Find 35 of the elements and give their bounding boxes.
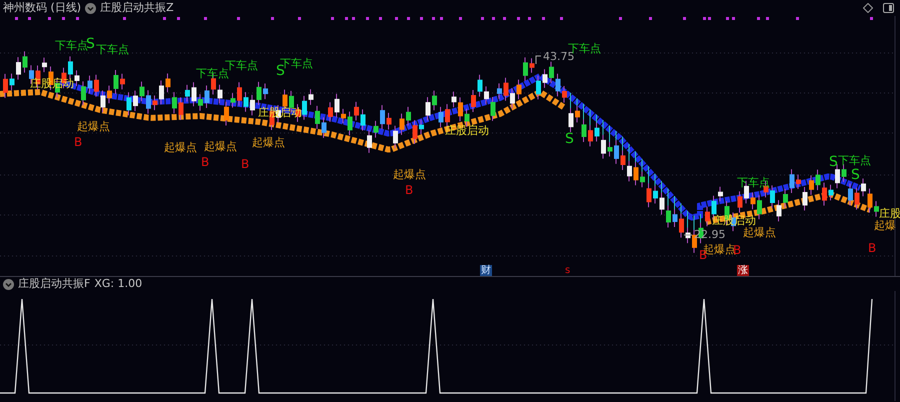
leader-line — [536, 56, 542, 64]
dropdown-icon[interactable] — [3, 278, 14, 290]
diamond-icon[interactable] — [863, 3, 873, 13]
breakout-label: 起爆 — [874, 220, 896, 232]
breakout-label: 起爆点 — [743, 227, 776, 239]
indicator-title: 庄股启动共振Z — [100, 0, 174, 16]
buy-signal-label: B — [868, 242, 876, 254]
buy-signal-label: B — [405, 184, 414, 196]
sell-signal-label: 下车点 — [96, 44, 129, 56]
buy-signal-label: B — [201, 156, 210, 168]
breakout-label: 起爆点 — [252, 137, 285, 149]
breakout-label: 起爆点 — [164, 142, 197, 154]
sell-signal-label: S — [829, 155, 838, 169]
event-marker[interactable]: 涨 — [737, 265, 749, 277]
sell-signal-label: 下车点 — [55, 40, 88, 52]
breakout-label: 起爆点 — [393, 169, 426, 181]
breakout-label: 起爆点 — [204, 141, 237, 153]
sell-signal-label: 下车点 — [737, 177, 770, 189]
stock-title: 神州数码 (日线) — [3, 0, 82, 16]
dropdown-icon[interactable] — [85, 2, 96, 14]
start-signal-label: 庄股启动 — [258, 107, 302, 119]
buy-signal-label: B — [74, 136, 82, 148]
sell-signal-label: 下车点 — [196, 68, 229, 80]
leader-line — [684, 234, 692, 236]
sell-signal-label: S — [851, 168, 860, 182]
buy-signal-label: B — [241, 158, 250, 170]
sell-signal-label: S — [86, 37, 95, 51]
event-marker[interactable]: 财 — [480, 265, 492, 277]
indicator-reading: XG: 1.00 — [94, 277, 142, 291]
panel-toggle-icon[interactable] — [883, 3, 894, 13]
indicator-title: 庄股启动共振F — [18, 277, 90, 291]
sell-signal-label: 下车点 — [838, 155, 871, 167]
breakout-label: 起爆点 — [77, 121, 110, 133]
sell-signal-label: S — [565, 132, 574, 146]
event-marker[interactable]: s — [564, 265, 572, 277]
